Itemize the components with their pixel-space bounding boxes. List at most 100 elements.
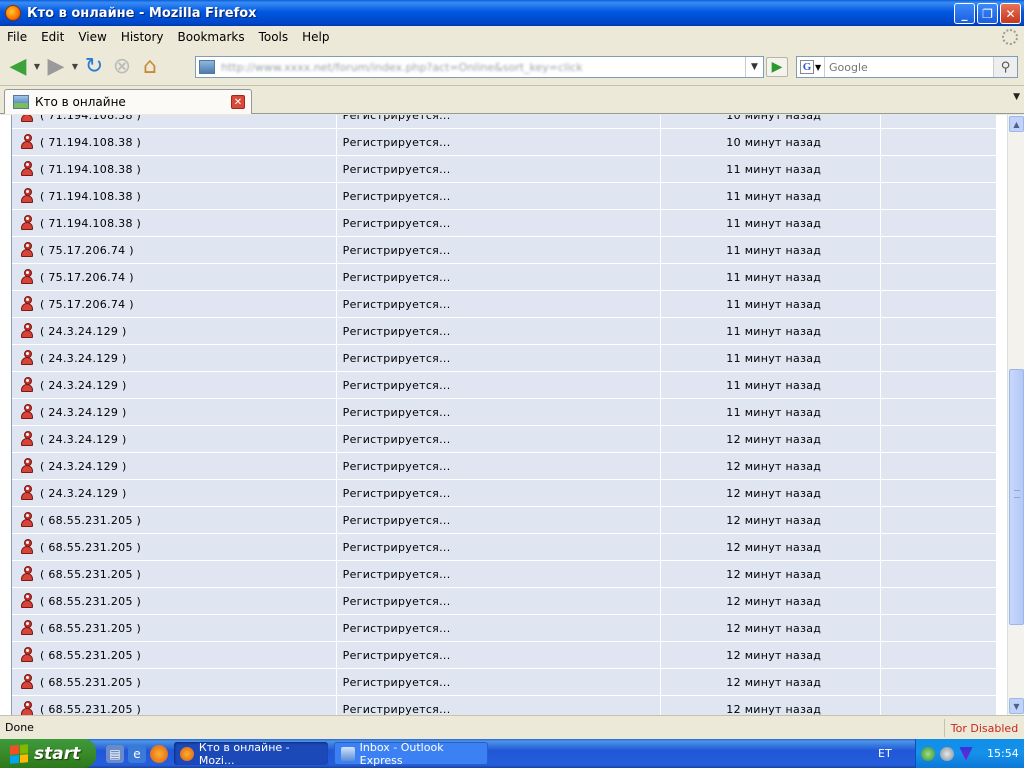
user-icon [20, 115, 36, 123]
time-cell: 12 минут назад [661, 669, 882, 695]
ip-address[interactable]: ( 71.194.108.38 ) [40, 217, 141, 230]
tor-status-button[interactable]: Tor Disabled [944, 719, 1024, 737]
forward-history-dropdown[interactable]: ▼ [70, 62, 80, 71]
ip-address[interactable]: ( 71.194.108.38 ) [40, 190, 141, 203]
ip-address[interactable]: ( 68.55.231.205 ) [40, 568, 141, 581]
ip-address[interactable]: ( 24.3.24.129 ) [40, 325, 127, 338]
vpn-icon[interactable] [959, 746, 973, 761]
menu-edit[interactable]: Edit [34, 30, 71, 44]
action-cell: Регистрируется... [337, 669, 662, 695]
ip-cell: ( 24.3.24.129 ) [12, 426, 337, 452]
show-desktop-icon[interactable]: ▤ [106, 744, 124, 763]
time-text: 12 минут назад [726, 459, 822, 473]
ip-address[interactable]: ( 75.17.206.74 ) [40, 244, 134, 257]
window-titlebar[interactable]: Кто в онлайне - Mozilla Firefox _ ❐ ✕ [0, 0, 1024, 26]
taskbar-item-outlook[interactable]: Inbox - Outlook Express [334, 741, 488, 767]
time-text: 11 минут назад [726, 216, 822, 230]
tab-list-dropdown[interactable]: ▼ [1013, 92, 1020, 102]
search-input[interactable] [825, 60, 993, 74]
search-button[interactable]: ⚲ [993, 57, 1017, 77]
menu-view[interactable]: View [71, 30, 113, 44]
reload-button[interactable]: ↻ [80, 53, 108, 81]
search-engine-selector[interactable]: G ▼ [797, 57, 825, 77]
user-icon [20, 512, 36, 528]
empty-cell [881, 237, 996, 263]
ip-address[interactable]: ( 24.3.24.129 ) [40, 487, 127, 500]
menu-help[interactable]: Help [295, 30, 336, 44]
time-cell: 10 минут назад [661, 115, 882, 128]
ip-cell: ( 24.3.24.129 ) [12, 372, 337, 398]
ip-address[interactable]: ( 71.194.108.38 ) [40, 115, 141, 122]
ip-address[interactable]: ( 71.194.108.38 ) [40, 136, 141, 149]
menu-file[interactable]: File [0, 30, 34, 44]
user-icon [20, 593, 36, 609]
status-bar: Done Tor Disabled [0, 715, 1024, 739]
back-history-dropdown[interactable]: ▼ [32, 62, 42, 71]
ip-address[interactable]: ( 24.3.24.129 ) [40, 406, 127, 419]
time-text: 11 минут назад [726, 351, 822, 365]
empty-cell [881, 426, 996, 452]
tab-close-button[interactable]: ✕ [231, 95, 245, 109]
scroll-up-button[interactable]: ▲ [1009, 116, 1024, 132]
ip-address[interactable]: ( 68.55.231.205 ) [40, 595, 141, 608]
time-text: 11 минут назад [726, 297, 822, 311]
scroll-thumb[interactable] [1009, 369, 1024, 625]
taskbar-item-firefox[interactable]: Кто в онлайне - Mozi... [174, 741, 328, 767]
ip-address[interactable]: ( 71.194.108.38 ) [40, 163, 141, 176]
back-button[interactable]: ◀ [4, 53, 32, 81]
internet-explorer-icon[interactable]: e [128, 744, 146, 763]
empty-cell [881, 534, 996, 560]
close-button[interactable]: ✕ [1000, 3, 1021, 24]
ip-address[interactable]: ( 75.17.206.74 ) [40, 298, 134, 311]
ip-address[interactable]: ( 24.3.24.129 ) [40, 433, 127, 446]
menu-history[interactable]: History [114, 30, 171, 44]
action-cell: Регистрируется... [337, 156, 662, 182]
home-button[interactable]: ⌂ [136, 53, 164, 81]
go-button[interactable]: ▶ [766, 57, 788, 77]
time-cell: 11 минут назад [661, 264, 882, 290]
ip-address[interactable]: ( 75.17.206.74 ) [40, 271, 134, 284]
minimize-button[interactable]: _ [954, 3, 975, 24]
action-text: Регистрируется... [342, 115, 451, 122]
ip-address[interactable]: ( 68.55.231.205 ) [40, 676, 141, 689]
time-cell: 12 минут назад [661, 561, 882, 587]
ip-cell: ( 68.55.231.205 ) [12, 588, 337, 614]
empty-cell [881, 183, 996, 209]
ip-address[interactable]: ( 68.55.231.205 ) [40, 703, 141, 716]
stop-button[interactable]: ⊗ [108, 53, 136, 81]
ip-address[interactable]: ( 68.55.231.205 ) [40, 541, 141, 554]
menu-tools[interactable]: Tools [252, 30, 296, 44]
action-cell: Регистрируется... [337, 115, 662, 128]
restore-button[interactable]: ❐ [977, 3, 998, 24]
tab-who-online[interactable]: Кто в онлайне ✕ [4, 89, 252, 114]
url-text[interactable]: http://www.xxxx.net/forum/index.php?act=… [221, 61, 583, 74]
url-bar[interactable]: http://www.xxxx.net/forum/index.php?act=… [195, 56, 764, 78]
time-cell: 12 минут назад [661, 507, 882, 533]
scroll-down-button[interactable]: ▼ [1009, 698, 1024, 714]
ip-address[interactable]: ( 24.3.24.129 ) [40, 460, 127, 473]
language-indicator[interactable]: ET [878, 747, 892, 760]
vertical-scrollbar[interactable]: ▲ ▼ [1007, 115, 1024, 715]
search-box: G ▼ ⚲ [796, 56, 1018, 78]
action-text: Регистрируется... [342, 648, 451, 662]
firefox-launch-icon[interactable] [150, 744, 168, 763]
volume-icon[interactable] [940, 746, 954, 761]
user-icon [20, 404, 36, 420]
forward-button[interactable]: ▶ [42, 53, 70, 81]
ip-address[interactable]: ( 68.55.231.205 ) [40, 622, 141, 635]
ip-cell: ( 24.3.24.129 ) [12, 345, 337, 371]
messenger-icon[interactable] [921, 746, 935, 761]
start-button[interactable]: start [0, 739, 96, 768]
time-text: 11 минут назад [726, 189, 822, 203]
action-text: Регистрируется... [342, 486, 451, 500]
url-history-dropdown[interactable]: ▼ [745, 57, 763, 77]
table-row: ( 75.17.206.74 ) Регистрируется... 11 мину… [12, 264, 996, 291]
ip-address[interactable]: ( 68.55.231.205 ) [40, 649, 141, 662]
windows-logo-icon [10, 743, 28, 764]
ip-address[interactable]: ( 24.3.24.129 ) [40, 379, 127, 392]
menu-bookmarks[interactable]: Bookmarks [171, 30, 252, 44]
ip-address[interactable]: ( 68.55.231.205 ) [40, 514, 141, 527]
ip-address[interactable]: ( 24.3.24.129 ) [40, 352, 127, 365]
table-row: ( 24.3.24.129 ) Регистрируется... 12 минут… [12, 480, 996, 507]
time-text: 12 минут назад [726, 702, 822, 716]
